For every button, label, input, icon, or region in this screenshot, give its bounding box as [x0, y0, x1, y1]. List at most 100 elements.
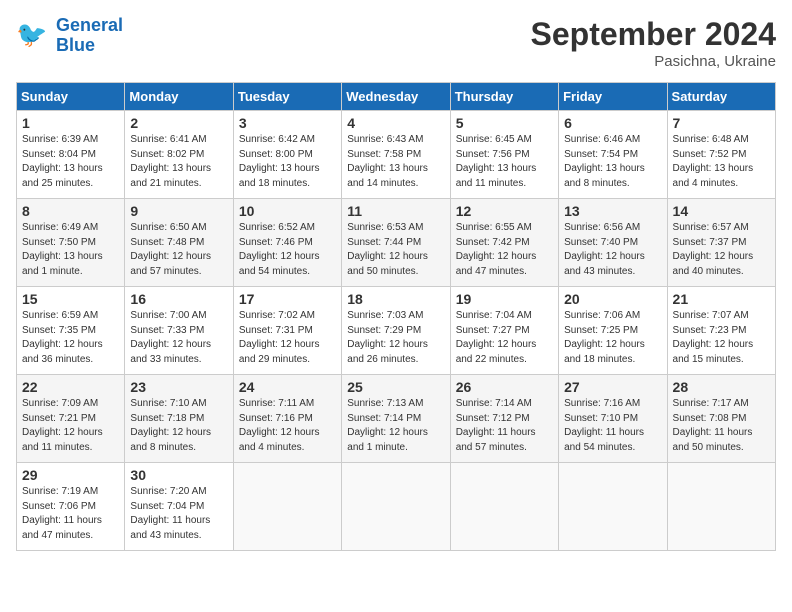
day-info: Sunrise: 7:10 AM Sunset: 7:18 PM Dayligh…: [130, 397, 227, 455]
calendar-cell: 9 Sunrise: 6:50 AM Sunset: 7:48 PM Daylig…: [125, 199, 233, 287]
calendar-body: 1 Sunrise: 6:39 AM Sunset: 8:04 PM Daylig…: [17, 111, 776, 551]
day-info: Sunrise: 7:00 AM Sunset: 7:33 PM Dayligh…: [130, 309, 227, 367]
day-number: 11: [347, 203, 444, 219]
week-row-2: 8Sunrise: 6:49 AM Sunset: 7:50 PM Daylig…: [17, 199, 776, 287]
calendar-cell: 26Sunrise: 7:14 AM Sunset: 7:12 PM Dayli…: [450, 375, 558, 463]
calendar-cell: 2 Sunrise: 6:41 AM Sunset: 8:02 PM Daylig…: [125, 111, 233, 199]
day-number: 9: [130, 203, 227, 219]
calendar-cell: 14Sunrise: 6:57 AM Sunset: 7:37 PM Dayli…: [667, 199, 775, 287]
day-number: 15: [22, 291, 119, 307]
day-number: 4: [347, 115, 444, 131]
day-number: 6: [564, 115, 661, 131]
logo-icon: 🐦: [16, 18, 52, 54]
day-info: Sunrise: 6:59 AM Sunset: 7:35 PM Dayligh…: [22, 309, 119, 367]
day-number: 3: [239, 115, 336, 131]
calendar-cell: 22 Sunrise: 7:09 AM Sunset: 7:21 PM Dayli…: [17, 375, 125, 463]
calendar-cell: 3 Sunrise: 6:42 AM Sunset: 8:00 PM Daylig…: [233, 111, 341, 199]
calendar-table: SundayMondayTuesdayWednesdayThursdayFrid…: [16, 82, 776, 551]
day-info: Sunrise: 7:06 AM Sunset: 7:25 PM Dayligh…: [564, 309, 661, 367]
month-title: September 2024: [531, 16, 776, 53]
day-number: 20: [564, 291, 661, 307]
day-number: 2: [130, 115, 227, 131]
day-info: Sunrise: 6:46 AM Sunset: 7:54 PM Dayligh…: [564, 133, 661, 191]
calendar-cell: [450, 463, 558, 551]
calendar-cell: 17 Sunrise: 7:02 AM Sunset: 7:31 PM Dayli…: [233, 287, 341, 375]
day-number: 22: [22, 379, 119, 395]
location-subtitle: Pasichna, Ukraine: [531, 53, 776, 70]
calendar-cell: 30 Sunrise: 7:20 AM Sunset: 7:04 PM Dayli…: [125, 463, 233, 551]
week-row-4: 22 Sunrise: 7:09 AM Sunset: 7:21 PM Dayli…: [17, 375, 776, 463]
day-info: Sunrise: 7:09 AM Sunset: 7:21 PM Dayligh…: [22, 397, 119, 455]
calendar-cell: 15 Sunrise: 6:59 AM Sunset: 7:35 PM Dayli…: [17, 287, 125, 375]
calendar-cell: [667, 463, 775, 551]
day-number: 18: [347, 291, 444, 307]
day-info: Sunrise: 7:11 AM Sunset: 7:16 PM Dayligh…: [239, 397, 336, 455]
header-friday: Friday: [559, 83, 667, 111]
svg-text:🐦: 🐦: [16, 21, 47, 49]
day-number: 7: [673, 115, 770, 131]
calendar-cell: 20 Sunrise: 7:06 AM Sunset: 7:25 PM Dayli…: [559, 287, 667, 375]
day-number: 23: [130, 379, 227, 395]
day-number: 17: [239, 291, 336, 307]
week-row-1: 1 Sunrise: 6:39 AM Sunset: 8:04 PM Daylig…: [17, 111, 776, 199]
calendar-cell: 21 Sunrise: 7:07 AM Sunset: 7:23 PM Dayli…: [667, 287, 775, 375]
day-number: 29: [22, 467, 119, 483]
day-info: Sunrise: 6:52 AM Sunset: 7:46 PM Dayligh…: [239, 221, 336, 279]
day-number: 26: [456, 379, 553, 395]
day-info: Sunrise: 6:50 AM Sunset: 7:48 PM Dayligh…: [130, 221, 227, 279]
calendar-cell: 29 Sunrise: 7:19 AM Sunset: 7:06 PM Dayli…: [17, 463, 125, 551]
day-number: 30: [130, 467, 227, 483]
calendar-cell: 8Sunrise: 6:49 AM Sunset: 7:50 PM Daylig…: [17, 199, 125, 287]
header-tuesday: Tuesday: [233, 83, 341, 111]
calendar-cell: 10 Sunrise: 6:52 AM Sunset: 7:46 PM Dayli…: [233, 199, 341, 287]
day-number: 19: [456, 291, 553, 307]
day-info: Sunrise: 7:03 AM Sunset: 7:29 PM Dayligh…: [347, 309, 444, 367]
calendar-cell: 24 Sunrise: 7:11 AM Sunset: 7:16 PM Dayli…: [233, 375, 341, 463]
day-number: 10: [239, 203, 336, 219]
day-number: 16: [130, 291, 227, 307]
calendar-header-row: SundayMondayTuesdayWednesdayThursdayFrid…: [17, 83, 776, 111]
header-wednesday: Wednesday: [342, 83, 450, 111]
calendar-cell: 19 Sunrise: 7:04 AM Sunset: 7:27 PM Dayli…: [450, 287, 558, 375]
page-header: 🐦 General Blue September 2024 Pasichna, …: [16, 16, 776, 70]
day-number: 24: [239, 379, 336, 395]
day-info: Sunrise: 6:39 AM Sunset: 8:04 PM Dayligh…: [22, 133, 119, 191]
day-number: 25: [347, 379, 444, 395]
day-info: Sunrise: 6:56 AM Sunset: 7:40 PM Dayligh…: [564, 221, 661, 279]
calendar-cell: 16 Sunrise: 7:00 AM Sunset: 7:33 PM Dayli…: [125, 287, 233, 375]
header-monday: Monday: [125, 83, 233, 111]
week-row-3: 15 Sunrise: 6:59 AM Sunset: 7:35 PM Dayli…: [17, 287, 776, 375]
day-number: 27: [564, 379, 661, 395]
day-info: Sunrise: 7:07 AM Sunset: 7:23 PM Dayligh…: [673, 309, 770, 367]
header-sunday: Sunday: [17, 83, 125, 111]
calendar-cell: 12Sunrise: 6:55 AM Sunset: 7:42 PM Dayli…: [450, 199, 558, 287]
calendar-cell: [559, 463, 667, 551]
day-number: 14: [673, 203, 770, 219]
day-number: 12: [456, 203, 553, 219]
calendar-cell: [233, 463, 341, 551]
day-info: Sunrise: 7:04 AM Sunset: 7:27 PM Dayligh…: [456, 309, 553, 367]
calendar-cell: 28 Sunrise: 7:17 AM Sunset: 7:08 PM Dayli…: [667, 375, 775, 463]
day-info: Sunrise: 7:17 AM Sunset: 7:08 PM Dayligh…: [673, 397, 770, 455]
day-info: Sunrise: 6:42 AM Sunset: 8:00 PM Dayligh…: [239, 133, 336, 191]
logo: 🐦 General Blue: [16, 16, 123, 56]
day-number: 21: [673, 291, 770, 307]
calendar-cell: 18 Sunrise: 7:03 AM Sunset: 7:29 PM Dayli…: [342, 287, 450, 375]
day-info: Sunrise: 6:41 AM Sunset: 8:02 PM Dayligh…: [130, 133, 227, 191]
calendar-title-area: September 2024 Pasichna, Ukraine: [531, 16, 776, 70]
week-row-5: 29 Sunrise: 7:19 AM Sunset: 7:06 PM Dayli…: [17, 463, 776, 551]
day-info: Sunrise: 7:02 AM Sunset: 7:31 PM Dayligh…: [239, 309, 336, 367]
calendar-cell: 1 Sunrise: 6:39 AM Sunset: 8:04 PM Daylig…: [17, 111, 125, 199]
calendar-cell: 13Sunrise: 6:56 AM Sunset: 7:40 PM Dayli…: [559, 199, 667, 287]
calendar-cell: 27 Sunrise: 7:16 AM Sunset: 7:10 PM Dayli…: [559, 375, 667, 463]
day-info: Sunrise: 7:20 AM Sunset: 7:04 PM Dayligh…: [130, 485, 227, 543]
calendar-cell: 23 Sunrise: 7:10 AM Sunset: 7:18 PM Dayli…: [125, 375, 233, 463]
day-number: 1: [22, 115, 119, 131]
day-info: Sunrise: 6:43 AM Sunset: 7:58 PM Dayligh…: [347, 133, 444, 191]
day-info: Sunrise: 7:16 AM Sunset: 7:10 PM Dayligh…: [564, 397, 661, 455]
day-number: 8: [22, 203, 119, 219]
calendar-cell: 25Sunrise: 7:13 AM Sunset: 7:14 PM Dayli…: [342, 375, 450, 463]
header-thursday: Thursday: [450, 83, 558, 111]
day-info: Sunrise: 7:19 AM Sunset: 7:06 PM Dayligh…: [22, 485, 119, 543]
day-number: 28: [673, 379, 770, 395]
